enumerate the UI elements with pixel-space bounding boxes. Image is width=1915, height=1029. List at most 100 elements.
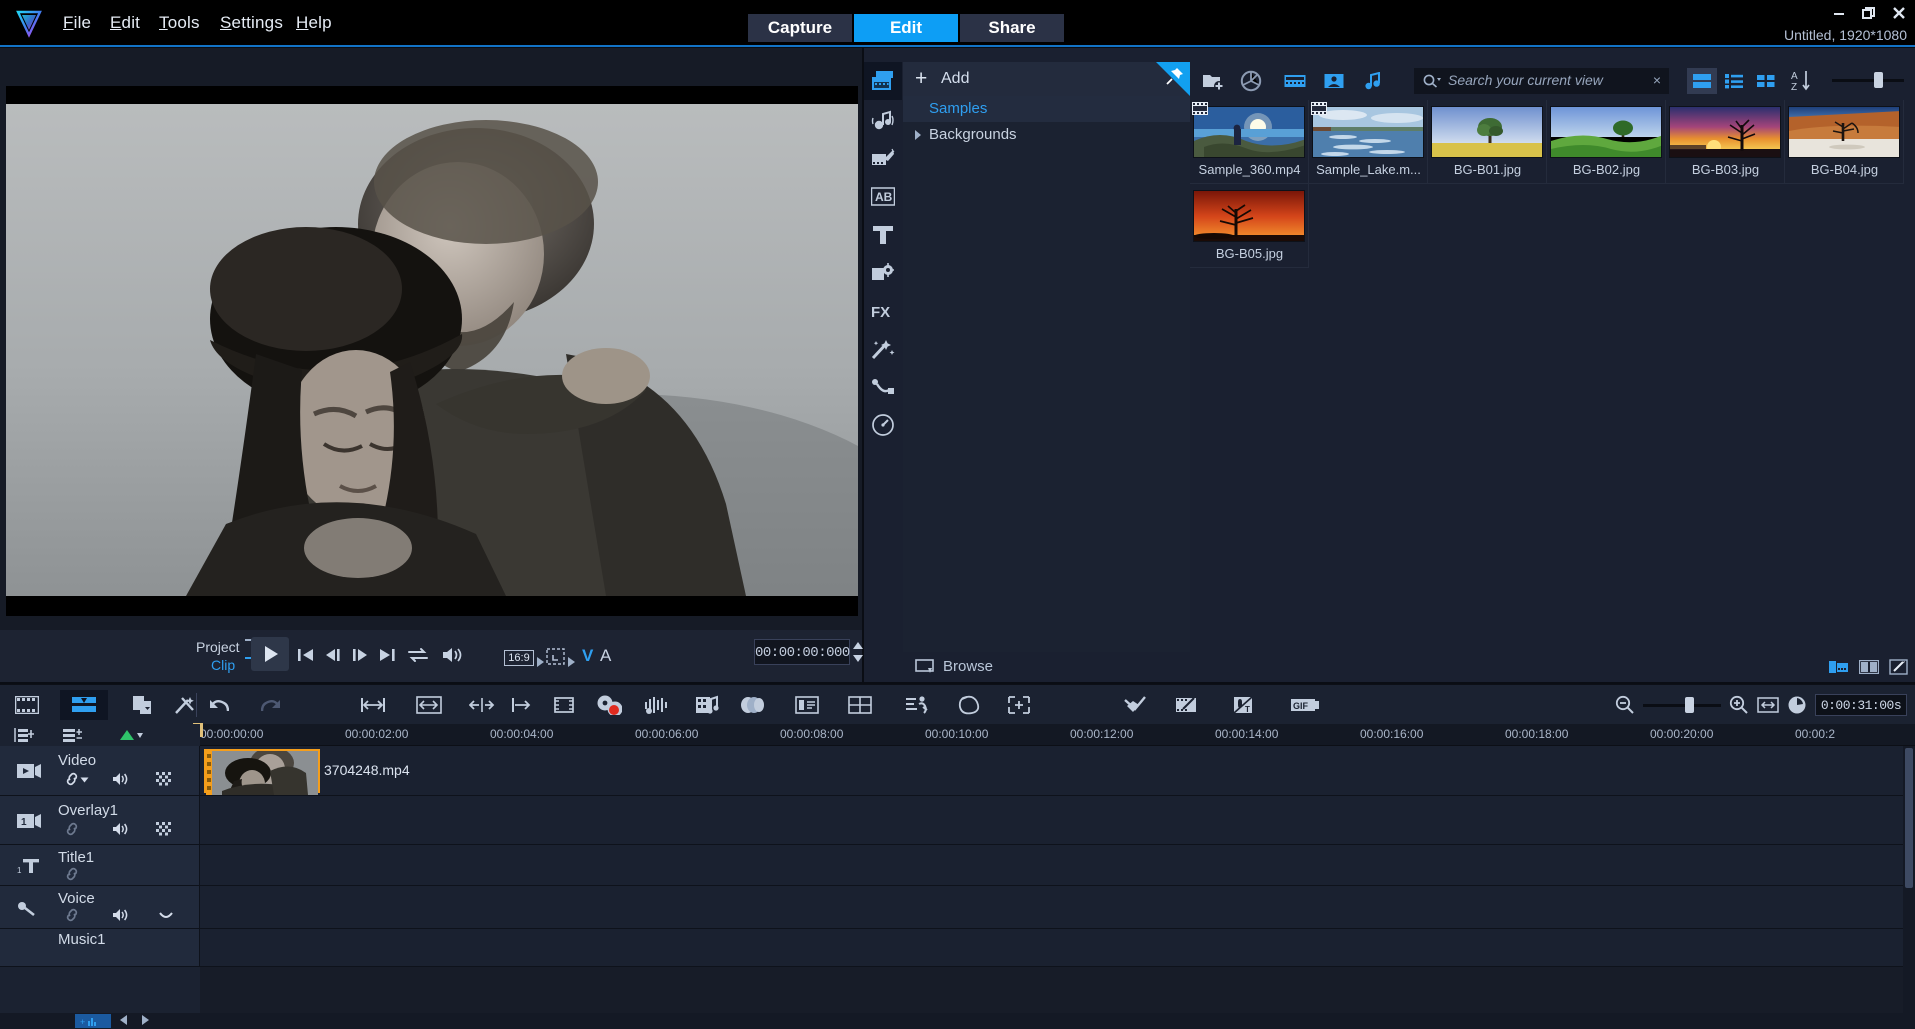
add-folder-icon[interactable] [1198,66,1228,96]
link-icon[interactable] [64,772,80,786]
media-item-4[interactable]: BG-B03.jpg [1666,100,1785,184]
tab-share[interactable]: Share [960,14,1064,42]
pin-icon[interactable] [1166,67,1184,85]
menu-help[interactable]: Help [296,13,332,33]
track-header-video[interactable]: Video [0,746,200,795]
auto-music-button[interactable] [690,690,724,720]
record-capture-button[interactable] [548,690,582,720]
menu-file[interactable]: File [63,13,91,33]
library-panel-toggle[interactable] [1826,656,1852,678]
timecode-stepper[interactable] [852,640,864,664]
track-header-voice[interactable]: Voice [0,886,200,928]
mute-icon[interactable] [111,907,129,923]
gif-creator-button[interactable]: GIF [1285,690,1325,720]
menu-tools[interactable]: Tools [159,13,200,33]
tab-edit[interactable]: Edit [854,14,958,42]
project-duration-icon[interactable] [1787,695,1807,715]
timeline-ruler[interactable]: 00:00:00:00 00:00:02:00 00:00:04:00 00:0… [0,723,1915,746]
repeat-button[interactable] [405,645,433,665]
search-input[interactable]: Search your current view × [1414,68,1669,94]
sort-az-icon[interactable]: A Z [1790,68,1816,94]
scroll-left-button[interactable] [120,1015,127,1025]
title-icon[interactable] [864,216,902,254]
media-item-6[interactable]: BG-B05.jpg [1190,184,1309,268]
aspect-ratio-selector[interactable]: 16:9 [504,650,534,666]
effects-wand-icon[interactable] [864,330,902,368]
add-track-shortcut[interactable]: + [75,1014,111,1028]
tab-capture[interactable]: Capture [748,14,852,42]
link-icon[interactable] [64,822,80,836]
track-header-music1[interactable]: Music1 [0,929,200,966]
track-title1[interactable]: 1 Title1 [0,845,1915,886]
multicam-editor-button[interactable] [843,690,877,720]
track-header-title1[interactable]: 1 Title1 [0,845,200,885]
channel-a-toggle[interactable]: A [600,646,611,666]
mute-icon[interactable] [111,821,129,837]
menu-edit[interactable]: Edit [110,13,140,33]
timeline-zoom-slider[interactable] [1643,696,1721,713]
minimize-icon[interactable] [1831,5,1847,21]
ab-title-icon[interactable]: AB [864,178,902,216]
crop-button[interactable] [1002,690,1036,720]
opacity-icon[interactable] [156,822,172,836]
track-voice[interactable]: Voice [0,886,1915,929]
fx-icon[interactable]: FX [864,292,902,330]
mix-audio-button[interactable] [592,690,626,720]
link-icon[interactable] [64,908,80,922]
mask-creator-button[interactable] [1118,690,1152,720]
media-item-1[interactable]: Sample_Lake.m... [1309,100,1428,184]
transition-overlap-button[interactable] [735,690,769,720]
channel-v-toggle[interactable]: V [582,646,593,666]
scroll-right-button[interactable] [142,1015,149,1025]
fit-to-window-icon[interactable] [1757,696,1779,714]
timeline-hscroll-thumb[interactable] [205,1016,895,1025]
zoom-in-icon[interactable] [1729,695,1749,715]
browse-button[interactable]: Browse [903,652,1190,682]
tree-item-backgrounds[interactable]: Backgrounds [903,122,1190,148]
timeline-clip[interactable] [204,749,320,795]
search-clear-icon[interactable]: × [1653,72,1661,88]
track-video[interactable]: Video 3704248.mp4 [0,746,1915,796]
path-motion-icon[interactable] [864,368,902,406]
thumbnail-size-slider-handle[interactable] [1874,72,1883,88]
mute-icon[interactable] [111,771,129,787]
split-view-toggle[interactable] [1856,656,1882,678]
player-mode-project[interactable]: Project [196,639,240,655]
next-frame-button[interactable] [349,645,373,665]
subtitle-editor-button[interactable] [790,690,824,720]
video-display[interactable] [6,86,858,616]
player-mode-clip[interactable]: Clip [211,657,235,673]
media-item-5[interactable]: BG-B04.jpg [1785,100,1904,184]
volume-button[interactable] [440,645,468,665]
chevron-right-icon[interactable] [915,130,921,140]
media-item-2[interactable]: BG-B01.jpg [1428,100,1547,184]
add-button-label[interactable]: Add [941,70,969,88]
crop-region-icon[interactable] [546,648,566,666]
filter-video-icon[interactable] [1276,67,1314,95]
view-grid[interactable] [1751,68,1781,94]
view-large-thumbnail[interactable] [1687,68,1717,94]
view-list[interactable] [1719,68,1749,94]
timeline-zoom-slider-handle[interactable] [1685,696,1694,713]
track-music1[interactable]: Music1 [0,929,1915,967]
audio-ducking-button[interactable] [638,690,672,720]
close-icon[interactable] [1891,5,1907,21]
timeline-horizontal-scrollbar[interactable]: + [0,1013,1915,1029]
undo-button[interactable] [200,690,234,720]
timeline-view-button[interactable] [60,690,108,720]
graphic-icon[interactable] [864,254,902,292]
track-overlay1[interactable]: 1 Overlay1 [0,796,1915,845]
redo-button[interactable] [256,690,290,720]
opacity-icon[interactable] [156,772,172,786]
extend-button[interactable] [505,690,539,720]
camera-aperture-icon[interactable] [1236,66,1266,96]
motion-tracking-button[interactable] [900,690,934,720]
video-editor-button[interactable] [1170,690,1204,720]
previous-frame-button[interactable] [322,645,346,665]
timeline-vertical-scrollbar[interactable] [1903,746,1915,1029]
fit-project-button[interactable] [356,690,390,720]
go-to-end-button[interactable] [376,645,400,665]
plus-icon[interactable]: + [915,68,927,89]
audio-icon[interactable] [864,102,902,140]
zoom-out-icon[interactable] [1615,695,1635,715]
